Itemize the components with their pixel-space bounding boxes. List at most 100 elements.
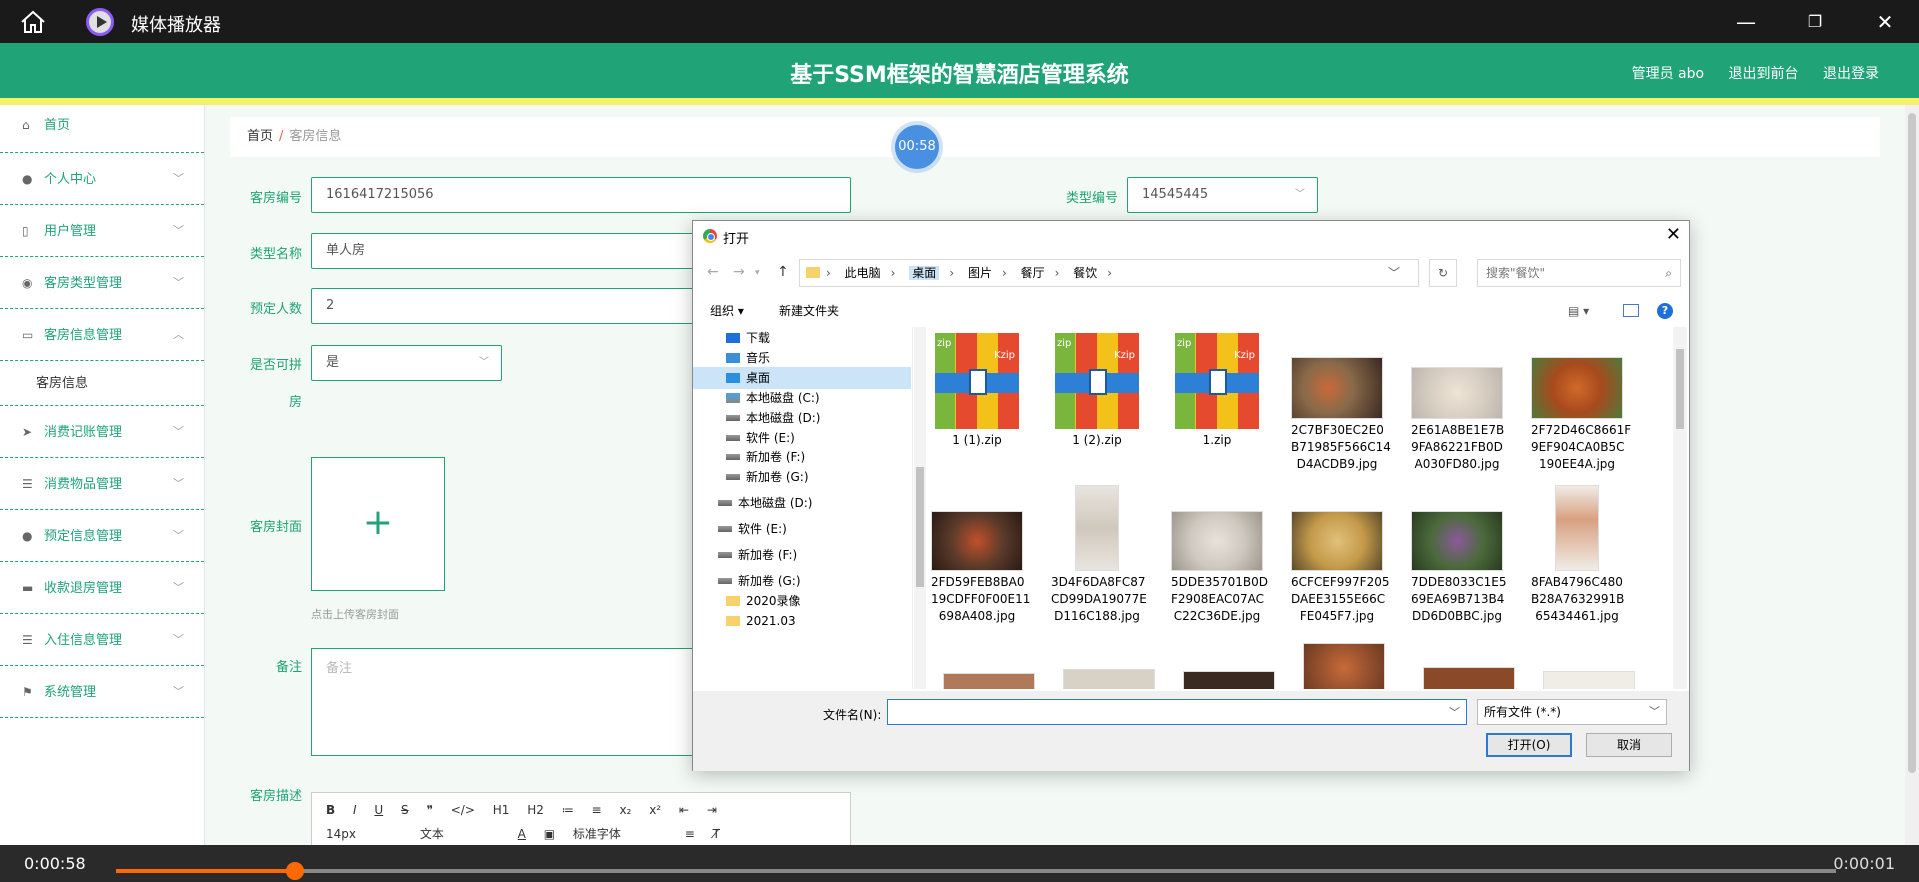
address-segment-desktop[interactable]: 桌面 bbox=[909, 266, 940, 280]
tree-item-drive-e-2[interactable]: 软件 (E:) bbox=[718, 518, 787, 540]
recent-dropdown-icon[interactable]: ▾ bbox=[755, 268, 760, 278]
filename-input[interactable]: ﹀ bbox=[887, 699, 1467, 725]
image-thumbnail[interactable] bbox=[1063, 669, 1155, 689]
background-color-icon[interactable]: ▣ bbox=[544, 827, 555, 841]
sidebar-item-room-info[interactable]: ▭ 客房信息管理 ︿ bbox=[0, 309, 204, 361]
font-size-select[interactable]: 14px bbox=[326, 827, 356, 841]
quote-button[interactable]: ❞ bbox=[426, 803, 432, 817]
file-grid-scrollbar[interactable] bbox=[1673, 327, 1687, 689]
search-input[interactable]: 搜索"餐饮" ⌕ bbox=[1477, 259, 1681, 287]
scrollbar-thumb[interactable] bbox=[916, 467, 924, 587]
tree-item-drive-d[interactable]: 本地磁盘 (D:) bbox=[726, 407, 820, 429]
chevron-down-icon[interactable]: ﹀ bbox=[1449, 704, 1460, 720]
chevron-down-icon[interactable]: ﹀ bbox=[1388, 260, 1400, 286]
h2-button[interactable]: H2 bbox=[527, 803, 544, 817]
address-segment-restaurant[interactable]: 餐厅 bbox=[1021, 266, 1045, 280]
clear-format-icon[interactable]: T̸ bbox=[713, 827, 720, 841]
file-item[interactable]: 2FD59FEB8BA0 19CDFF0F00E11 698A408.jpg bbox=[931, 511, 1030, 625]
submenu-room-info[interactable]: 客房信息 bbox=[0, 361, 204, 406]
sidebar-item-profile[interactable]: ● 个人中心 ﹀ bbox=[0, 153, 204, 205]
filetype-select[interactable]: 所有文件 (*.*) ﹀ bbox=[1477, 699, 1667, 725]
h1-button[interactable]: H1 bbox=[493, 803, 510, 817]
close-icon[interactable]: ✕ bbox=[1666, 224, 1681, 245]
type-name-input[interactable]: 单人房 bbox=[311, 233, 711, 269]
room-no-input[interactable]: 1616417215056 bbox=[311, 177, 851, 213]
align-icon[interactable]: ≡ bbox=[685, 827, 695, 841]
forward-arrow-icon[interactable]: → bbox=[733, 264, 745, 280]
sidebar-item-home[interactable]: ⌂ 首页 bbox=[0, 105, 204, 153]
address-segment-dining[interactable]: 餐饮 bbox=[1073, 266, 1097, 280]
strike-button[interactable]: S bbox=[401, 803, 409, 817]
tree-item-drive-c[interactable]: 本地磁盘 (C:) bbox=[726, 387, 820, 409]
image-thumbnail[interactable] bbox=[943, 673, 1035, 689]
tree-item-music[interactable]: 音乐 bbox=[726, 347, 770, 369]
type-no-select[interactable]: 14545445 ﹀ bbox=[1127, 177, 1318, 213]
shareable-select[interactable]: 是 ﹀ bbox=[311, 345, 502, 381]
minimize-button[interactable]: — bbox=[1731, 8, 1761, 36]
file-item[interactable]: zip Kzip 1 (2).zip bbox=[1051, 333, 1143, 449]
capacity-input[interactable]: 2 bbox=[311, 288, 711, 324]
tree-item-drive-f[interactable]: 新加卷 (F:) bbox=[726, 446, 805, 468]
file-item[interactable]: 8FAB4796C480 B28A7632991B 65434461.jpg bbox=[1531, 485, 1624, 625]
image-thumbnail[interactable] bbox=[1543, 671, 1635, 689]
indent-button[interactable]: ⇥ bbox=[707, 803, 717, 817]
sidebar-item-room-types[interactable]: ◉ 客房类型管理 ﹀ bbox=[0, 257, 204, 309]
logout-link[interactable]: 退出登录 bbox=[1823, 66, 1879, 82]
maximize-button[interactable]: ❐ bbox=[1800, 8, 1830, 36]
help-icon[interactable]: ? bbox=[1657, 303, 1673, 319]
italic-button[interactable]: I bbox=[353, 803, 357, 817]
up-arrow-icon[interactable]: ↑ bbox=[777, 264, 789, 280]
code-button[interactable]: </> bbox=[451, 803, 475, 817]
file-item[interactable]: zip Kzip 1.zip bbox=[1171, 333, 1263, 449]
sidebar-item-goods[interactable]: ☰ 消费物品管理 ﹀ bbox=[0, 458, 204, 510]
file-item[interactable]: zip Kzip 1 (1).zip bbox=[931, 333, 1023, 449]
tree-scrollbar[interactable] bbox=[914, 327, 926, 689]
tree-item-folder-2021[interactable]: 2021.03 bbox=[726, 610, 796, 632]
tree-item-drive-g-2[interactable]: 新加卷 (G:) bbox=[718, 570, 801, 592]
text-style-select[interactable]: 文本 bbox=[420, 827, 444, 841]
underline-button[interactable]: U bbox=[374, 803, 383, 817]
file-item[interactable]: 3D4F6DA8FC87 CD99DA19077E D116C188.jpg bbox=[1051, 485, 1147, 625]
image-thumbnail[interactable] bbox=[1303, 643, 1385, 689]
view-options-icon[interactable]: ▤ ▾ bbox=[1568, 297, 1589, 325]
address-segment-this-pc[interactable]: 此电脑 bbox=[845, 266, 881, 280]
refresh-button[interactable]: ↻ bbox=[1429, 259, 1457, 287]
tree-item-desktop[interactable]: 桌面 bbox=[693, 367, 911, 389]
scrollbar-thumb[interactable] bbox=[1676, 349, 1684, 429]
superscript-button[interactable]: x² bbox=[649, 803, 661, 817]
close-window-button[interactable]: ✕ bbox=[1870, 8, 1900, 36]
image-thumbnail[interactable] bbox=[1423, 667, 1515, 689]
tree-item-folder-2020[interactable]: 2020录像 bbox=[726, 590, 801, 612]
tree-item-drive-g[interactable]: 新加卷 (G:) bbox=[726, 466, 809, 488]
open-button[interactable]: 打开(O) bbox=[1486, 733, 1572, 757]
file-item[interactable]: 6CFCEF997F205 DAEE3155E66C FE045F7.jpg bbox=[1291, 511, 1390, 625]
file-item[interactable]: 7DDE8033C1E5 69EA69B713B4 DD6D0BBC.jpg bbox=[1411, 511, 1506, 625]
sidebar-item-users[interactable]: ▯ 用户管理 ﹀ bbox=[0, 205, 204, 257]
cancel-button[interactable]: 取消 bbox=[1586, 733, 1672, 757]
file-item[interactable]: 2F72D46C8661F 9EF904CA0B5C 190EE4A.jpg bbox=[1531, 357, 1631, 473]
cover-upload-button[interactable]: + bbox=[311, 457, 445, 591]
outdent-button[interactable]: ⇤ bbox=[679, 803, 689, 817]
sidebar-item-checkout[interactable]: ▬ 收款退房管理 ﹀ bbox=[0, 562, 204, 614]
back-arrow-icon[interactable]: ← bbox=[707, 264, 719, 280]
tree-item-drive-f-2[interactable]: 新加卷 (F:) bbox=[718, 544, 797, 566]
subscript-button[interactable]: x₂ bbox=[619, 803, 631, 817]
ordered-list-button[interactable]: ≔ bbox=[562, 803, 574, 817]
sidebar-item-checkin[interactable]: ☰ 入住信息管理 ﹀ bbox=[0, 614, 204, 666]
file-item[interactable]: 2C7BF30EC2E0 B71985F566C14 D4ACDB9.jpg bbox=[1291, 357, 1391, 473]
to-front-link[interactable]: 退出到前台 bbox=[1729, 66, 1799, 82]
tree-item-downloads[interactable]: 下载 bbox=[726, 327, 770, 349]
seek-bar[interactable] bbox=[116, 862, 1836, 880]
tree-item-drive-d-2[interactable]: 本地磁盘 (D:) bbox=[718, 492, 812, 514]
home-icon[interactable] bbox=[20, 10, 46, 34]
bold-button[interactable]: B bbox=[326, 803, 335, 817]
sidebar-item-system[interactable]: ⚑ 系统管理 ﹀ bbox=[0, 666, 204, 718]
sidebar-item-booking[interactable]: ● 预定信息管理 ﹀ bbox=[0, 510, 204, 562]
file-item[interactable]: 2E61A8BE1E7B 9FA86221FB0D A030FD80.jpg bbox=[1411, 367, 1504, 473]
new-folder-button[interactable]: 新建文件夹 bbox=[779, 297, 839, 325]
seek-bar-handle[interactable] bbox=[285, 862, 304, 880]
font-family-select[interactable]: 标准字体 bbox=[573, 827, 621, 841]
font-color-icon[interactable]: A bbox=[518, 827, 526, 841]
address-bar[interactable]: › 此电脑 › 桌面 › 图片 › 餐厅 › 餐饮 › ﹀ bbox=[799, 259, 1419, 287]
file-item[interactable]: 5DDE35701B0D F2908EAC07AC C22C36DE.jpg bbox=[1171, 511, 1268, 625]
